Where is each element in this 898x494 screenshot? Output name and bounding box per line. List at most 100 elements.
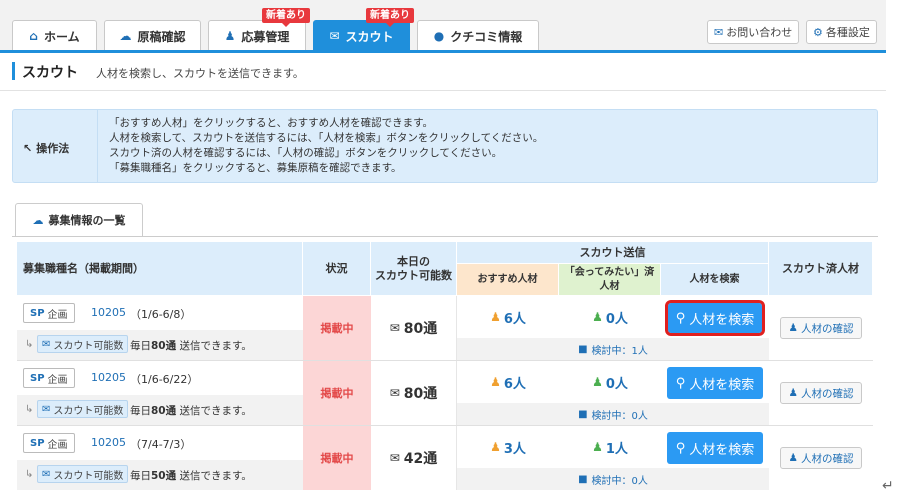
- job-period: （1/6-6/8）: [130, 308, 192, 321]
- confirm-label: 人材の確認: [800, 322, 854, 335]
- status-badge: 掲載中: [303, 361, 371, 425]
- header-scouted: スカウト済人材: [769, 242, 873, 296]
- scout-quota-chip: ✉ スカウト可能数: [37, 465, 129, 483]
- page-title: スカウト: [22, 65, 78, 81]
- search-cell: ⚲ 人材を検索: [661, 296, 769, 338]
- new-badge: 新着あり: [366, 8, 414, 27]
- users-icon: ♟: [788, 452, 798, 464]
- daily-quota-text: 毎日80通 送信できます。: [130, 403, 252, 418]
- recommended-link[interactable]: ♟ 3人: [457, 426, 559, 468]
- contact-label: お問い合わせ: [726, 26, 793, 39]
- meet-link[interactable]: ♟ 0人: [559, 361, 661, 403]
- meet-value: 0人: [605, 311, 628, 327]
- corner-arrow-icon: ↳: [25, 339, 34, 350]
- table-row: SP 企画 10205 （1/6-6/8） ↳ ✉ スカウト可能数 毎日80通 送信…: [17, 296, 873, 360]
- review-link[interactable]: ■ 検討中：1人: [457, 338, 769, 360]
- scout-quota-cell: ↳ ✉ スカウト可能数 毎日50通 送信できます。: [17, 460, 303, 490]
- available-count: ✉ 80通: [371, 361, 457, 425]
- tab-applications[interactable]: ♟ 応募管理: [208, 20, 306, 51]
- tab-label: ホーム: [43, 29, 80, 44]
- scout-quota-cell: ↳ ✉ スカウト可能数 毎日80通 送信できます。: [17, 330, 303, 360]
- tab-label: スカウト: [345, 29, 394, 44]
- available-value: 80通: [403, 386, 438, 402]
- recommended-value: 6人: [503, 311, 526, 327]
- header-recommended: おすすめ人材: [457, 264, 559, 296]
- job-link[interactable]: 10205: [91, 436, 126, 449]
- instructions-box: ↖ 操作法 「おすすめ人材」をクリックすると、おすすめ人材を確認できます。 人材を…: [12, 109, 878, 183]
- tab-reviews[interactable]: ● クチコミ情報: [417, 20, 539, 51]
- cloud-icon: ☁: [119, 29, 132, 43]
- mail-icon: ✉: [389, 451, 400, 465]
- daily-quota-text: 毎日80通 送信できます。: [130, 338, 252, 353]
- daily-count: 80通: [151, 405, 177, 417]
- daily-prefix: 毎日: [130, 405, 151, 417]
- users-icon: ♟: [490, 375, 501, 389]
- sp-label: SP: [30, 307, 45, 319]
- instruction-line: 「おすすめ人材」をクリックすると、おすすめ人材を確認できます。: [109, 117, 434, 129]
- chip-label: スカウト可能数: [53, 470, 124, 482]
- sp-plan-button[interactable]: SP 企画: [23, 368, 75, 388]
- sp-plan-button[interactable]: SP 企画: [23, 303, 75, 323]
- recommended-link[interactable]: ♟ 6人: [457, 296, 559, 338]
- confirm-talent-button[interactable]: ♟ 人材の確認: [780, 317, 862, 339]
- review-link[interactable]: ■ 検討中：0人: [457, 403, 769, 425]
- instructions-label: ↖ 操作法: [23, 140, 69, 156]
- users-icon: ♟: [224, 29, 236, 43]
- review-link[interactable]: ■ 検討中：0人: [457, 468, 769, 490]
- daily-suffix: 送信できます。: [179, 405, 252, 417]
- search-label: 人材を検索: [689, 442, 755, 458]
- scouted-cell: ♟ 人材の確認: [769, 426, 873, 490]
- confirm-talent-button[interactable]: ♟ 人材の確認: [780, 447, 862, 469]
- users-icon: ♟: [490, 440, 501, 454]
- header-status: 状況: [303, 242, 371, 296]
- chat-icon: ●: [433, 29, 445, 43]
- sp-label: SP: [30, 372, 45, 384]
- search-talent-button[interactable]: ⚲ 人材を検索: [667, 367, 763, 399]
- chip-label: スカウト可能数: [53, 405, 124, 417]
- daily-suffix: 送信できます。: [179, 340, 252, 352]
- job-period: （7/4-7/3）: [130, 438, 192, 451]
- status-badge: 掲載中: [303, 426, 371, 490]
- scout-quota-cell: ↳ ✉ スカウト可能数 毎日80通 送信できます。: [17, 395, 303, 425]
- job-name-cell: SP 企画 10205 （1/6-6/8）: [17, 296, 303, 330]
- mail-icon: ✉: [329, 29, 340, 43]
- home-icon: ⌂: [29, 29, 38, 43]
- tab-scout[interactable]: ✉ スカウト: [313, 20, 410, 51]
- sp-label: SP: [30, 437, 45, 449]
- settings-button[interactable]: ⚙ 各種設定: [806, 20, 877, 44]
- mail-icon: ✉: [714, 25, 724, 39]
- confirm-talent-button[interactable]: ♟ 人材の確認: [780, 382, 862, 404]
- search-talent-button[interactable]: ⚲ 人材を検索: [667, 432, 763, 464]
- job-name-cell: SP 企画 10205 （7/4-7/3）: [17, 426, 303, 460]
- tab-home[interactable]: ⌂ ホーム: [12, 20, 97, 51]
- status-badge: 掲載中: [303, 296, 371, 360]
- mail-icon: ✉: [389, 386, 400, 400]
- plan-label: 企画: [47, 439, 68, 451]
- instructions-label-text: 操作法: [36, 142, 70, 155]
- available-value: 80通: [403, 321, 438, 337]
- header-meet: 「会ってみたい」済 人材: [559, 264, 661, 296]
- job-link[interactable]: 10205: [91, 306, 126, 319]
- title-bar: [12, 62, 15, 80]
- tab-manuscript[interactable]: ☁ 原稿確認: [104, 20, 201, 51]
- daily-prefix: 毎日: [130, 470, 151, 482]
- cloud-icon: ☁: [32, 213, 44, 227]
- search-talent-button[interactable]: ⚲ 人材を検索: [665, 300, 765, 336]
- recommended-link[interactable]: ♟ 6人: [457, 361, 559, 403]
- instruction-line: スカウト済の人材を確認するには、「人材の確認」ボタンをクリックしてください。: [109, 147, 503, 159]
- divider: [12, 236, 878, 237]
- contact-button[interactable]: ✉ お問い合わせ: [707, 20, 800, 44]
- settings-label: 各種設定: [825, 26, 870, 39]
- sp-plan-button[interactable]: SP 企画: [23, 433, 75, 453]
- available-count: ✉ 80通: [371, 296, 457, 360]
- corner-arrow-icon: ↳: [25, 469, 34, 480]
- meet-link[interactable]: ♟ 0人: [559, 296, 661, 338]
- corner-arrow-icon: ↳: [25, 404, 34, 415]
- instruction-line: 人材を検索して、スカウトを送信するには、「人材を検索」ボタンをクリックしてくださ…: [109, 132, 544, 144]
- available-count: ✉ 42通: [371, 426, 457, 490]
- meet-link[interactable]: ♟ 1人: [559, 426, 661, 468]
- job-link[interactable]: 10205: [91, 371, 126, 384]
- instruction-line: 「募集職種名」をクリックすると、募集原稿を確認できます。: [109, 162, 402, 174]
- tab-job-list[interactable]: ☁ 募集情報の一覧: [15, 203, 143, 236]
- search-cell: ⚲ 人材を検索: [661, 426, 769, 468]
